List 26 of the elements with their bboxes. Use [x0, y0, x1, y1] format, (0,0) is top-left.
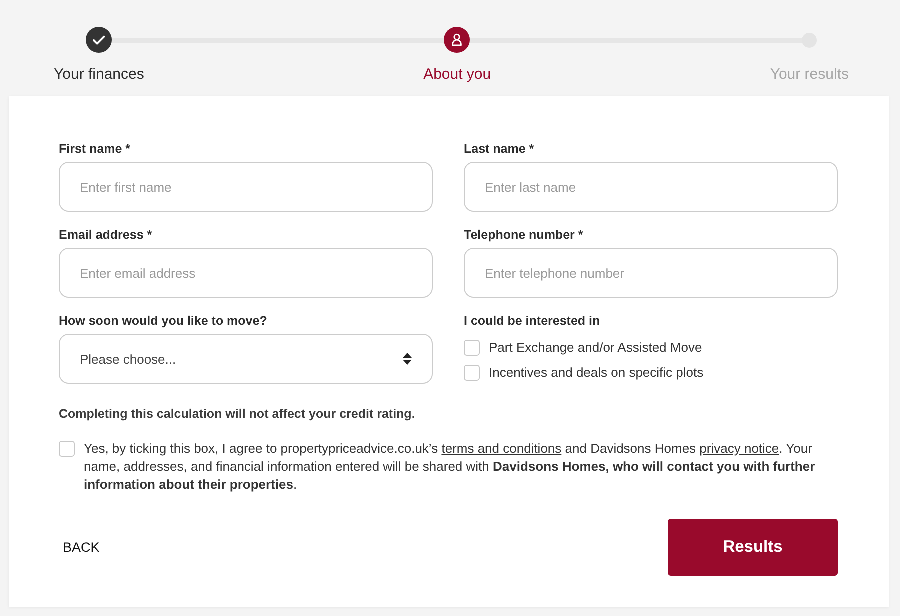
field-label: First name * [59, 141, 131, 158]
input-field[interactable]: Enter first name [59, 162, 433, 212]
checkbox[interactable] [464, 340, 480, 356]
option-label: Incentives and deals on specific plots [489, 365, 704, 380]
input-field[interactable]: Enter email address [59, 248, 433, 298]
field-label: Email address * [59, 227, 152, 244]
field-label: Last name * [464, 141, 534, 158]
field-label: Telephone number * [464, 227, 584, 244]
consent-link[interactable]: privacy notice [700, 441, 780, 456]
select-field[interactable]: Please choose... [59, 334, 433, 384]
checkbox[interactable] [59, 441, 75, 457]
step-label: About you [424, 65, 492, 85]
field-label: I could be interested in [464, 313, 600, 330]
field-label: How soon would you like to move? [59, 313, 268, 330]
results-button[interactable]: Results [668, 519, 838, 576]
option-label: Part Exchange and/or Assisted Move [489, 340, 702, 355]
back-button[interactable]: BACK [59, 536, 104, 559]
input-field[interactable]: Enter last name [464, 162, 838, 212]
step-label: Your results [770, 65, 849, 85]
step-label: Your finances [54, 65, 144, 85]
consent-link[interactable]: terms and conditions [442, 441, 562, 456]
consent-text: Yes, by ticking this box, I agree to propertypriceadvice.co.uk’s terms and conditions and Davidsons Homes privacy notice. Your name, addresses, and financial information entered will be shared with Davidsons Homes, who will contact you with further information about their properties. [84, 440, 816, 494]
updown-arrows-icon [403, 353, 412, 365]
input-field[interactable]: Enter telephone number [464, 248, 838, 298]
credit-note: Completing this calculation will not affect your credit rating. [59, 406, 416, 423]
checkbox[interactable] [464, 364, 480, 380]
